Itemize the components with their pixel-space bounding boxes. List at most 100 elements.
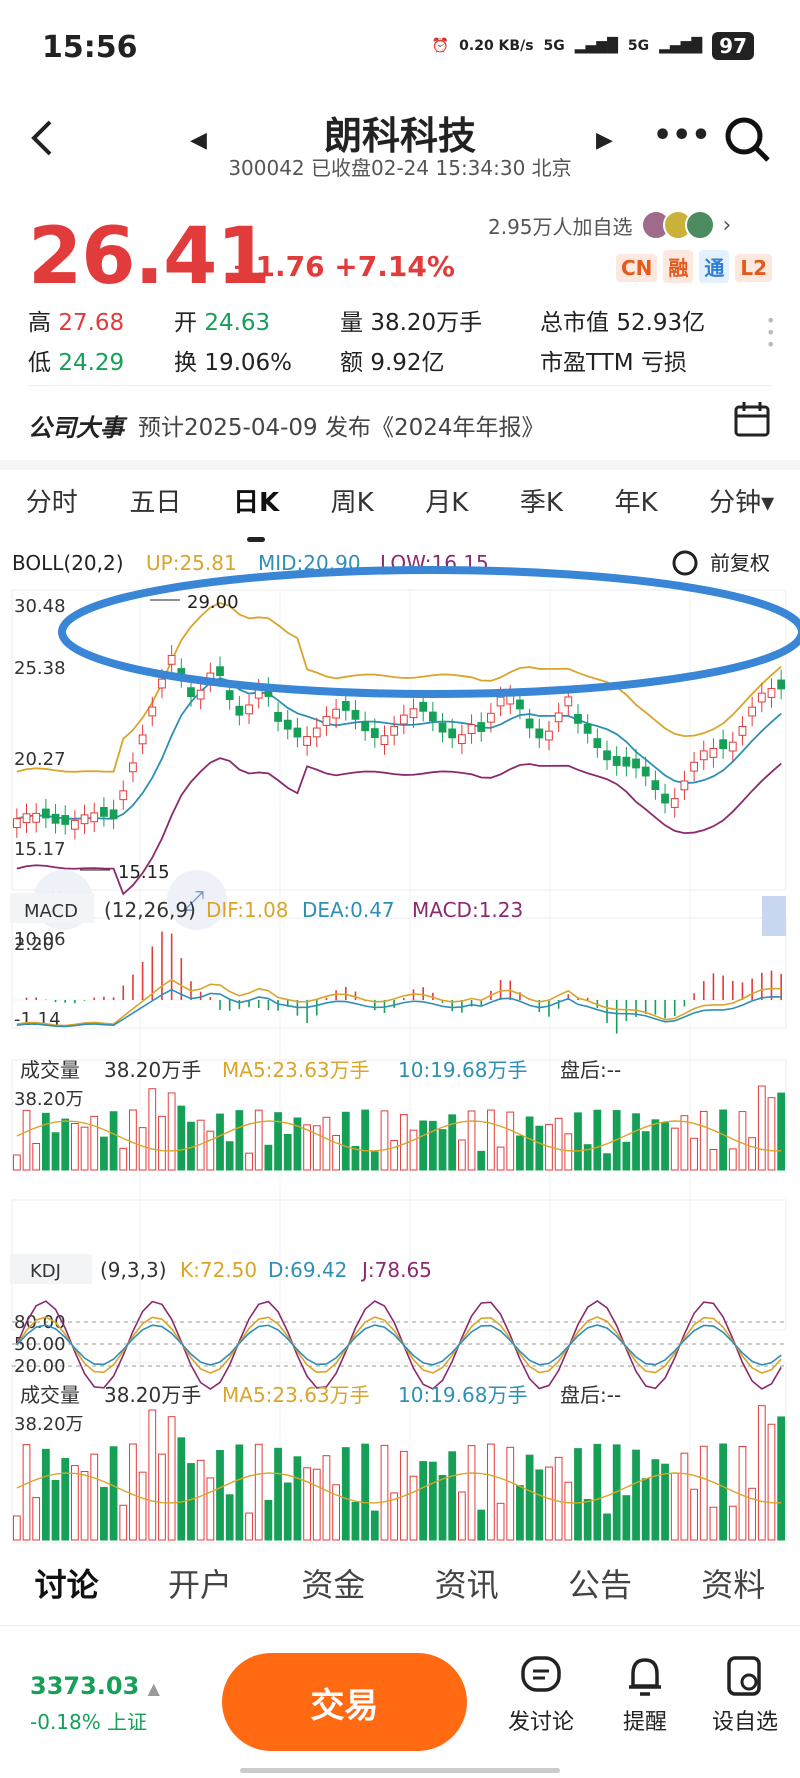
quote-stats: 高 27.68 开 24.63 量 38.20万手 总市值 52.93亿 低 2… [28,300,768,380]
candle-body [487,712,495,723]
trade-button[interactable]: 交易 [222,1653,467,1751]
search-button[interactable] [722,114,772,168]
volume2-bar [351,1501,360,1541]
volume-bar [61,1118,70,1171]
tab-5[interactable]: 季K [520,482,563,532]
volume2-bar [709,1506,718,1541]
volume2-bar [448,1451,457,1541]
tag-l2: L2 [735,254,773,282]
boll-name: BOLL(20,2) [12,551,124,575]
volume2-bar [632,1449,640,1541]
tab-4[interactable]: 月K [425,482,468,532]
alert-button[interactable]: 提醒 [600,1654,690,1736]
volume-ma5: MA5:23.63万手 [222,1058,370,1082]
macd-name: MACD [24,901,78,922]
kdj-k: K:72.50 [180,1258,257,1282]
candle-body [699,750,708,761]
volume2-bar [254,1443,263,1541]
volume2-bar [380,1444,389,1541]
volume-bar [738,1111,747,1171]
home-indicator [240,1768,560,1773]
max-price-label: 29.00 [187,592,239,613]
volume2-bar [100,1486,108,1541]
tab-7[interactable]: 分钟▾ [709,482,774,532]
volume2-bar [506,1446,515,1541]
kdj-d-line [16,1324,782,1366]
volume2-bar [312,1468,321,1541]
volume2-bar [370,1510,379,1541]
low-value: 24.29 [58,350,125,376]
volume2-bar [545,1466,553,1541]
volume2-name: 成交量 [20,1383,80,1407]
kdj-j-line [16,1300,782,1390]
volume-bar [458,1139,466,1171]
candle-body [632,758,640,769]
volume2-bar [603,1513,611,1541]
discuss-button[interactable]: 发讨论 [496,1654,586,1736]
volume-bar [370,1151,379,1171]
candle-body [158,678,166,689]
volume-bar [225,1141,234,1171]
candle-body [458,734,466,745]
content-tab-0[interactable]: 讨论 [35,1560,99,1630]
content-tab-4[interactable]: 公告 [568,1560,632,1622]
kline-chart[interactable]: BOLL(20,2) UP:25.81 MID:20.90 LOW:16.15 前复权3… [0,540,800,1550]
volume-bar [341,1111,350,1171]
tab-6[interactable]: 年K [615,482,658,532]
watchers-count[interactable]: 2.95万人加自选 › [488,210,731,240]
volume-value: 38.20万手 [104,1058,201,1082]
volume-bar [206,1130,215,1171]
signal-icon: ▂▄▆█ [659,38,703,54]
volume-bar [361,1109,370,1171]
volume-bar [593,1109,602,1171]
candle-body [593,738,602,749]
kdj-k-line [16,1316,782,1374]
event-label: 公司大事 [28,413,124,442]
add-watchlist-button[interactable]: 设自选 [700,1654,790,1736]
index-quote[interactable]: 3373.03 ▲ -0.18% 上证 [30,1672,160,1735]
index-change: -0.18% 上证 [30,1710,148,1734]
content-tab-2[interactable]: 资金 [301,1560,365,1622]
volume-bar [32,1143,41,1171]
volume2-bar [641,1478,650,1541]
volume-bar [283,1133,292,1171]
content-tab-3[interactable]: 资讯 [435,1560,499,1622]
volume2-bar [119,1504,128,1541]
volume2-bar [690,1488,698,1541]
company-event[interactable]: 公司大事 预计2025-04-09 发布《2024年年报》 [28,405,772,445]
more-icon[interactable]: ••• [653,118,711,153]
change-amount: +1.76 [232,250,325,283]
tab-2[interactable]: 日K [233,482,279,542]
candle-body [709,748,718,758]
volume-bar [177,1105,186,1171]
candle-body [748,706,757,717]
tab-1[interactable]: 五日 [129,482,181,532]
candle-body [525,718,534,729]
volume2-bar [90,1453,99,1541]
tab-3[interactable]: 周K [331,482,374,532]
candle-body [419,701,428,712]
stats-more-icon[interactable]: • • • [766,313,775,353]
next-stock-button[interactable]: ▶ [596,128,613,153]
content-tab-1[interactable]: 开户 [168,1560,232,1622]
open-label: 开 [174,310,197,336]
macd-panel-frame [11,917,787,1029]
tab-0[interactable]: 分时 [26,482,78,532]
candle-body [690,761,698,772]
calendar-icon[interactable] [733,400,771,442]
volume2-bar [109,1446,118,1541]
volume2-bar [322,1455,331,1541]
volume2-bar [728,1505,737,1541]
stock-subtitle: 300042 已收盘02-24 15:34:30 北京 [228,156,572,180]
content-tab-5[interactable]: 资料 [701,1560,765,1622]
mktcap-value: 52.93亿 [616,310,706,336]
alarm-icon: ⏰ [431,38,450,54]
volume2-ma5: MA5:23.63万手 [222,1383,370,1407]
candle-body [61,815,70,825]
volume-bar [245,1152,253,1171]
volume-bar [719,1109,727,1171]
candle-body [477,722,486,732]
kdj-j: J:78.65 [360,1258,432,1282]
kdj-d: D:69.42 [268,1258,347,1282]
volume-bar [535,1125,544,1171]
